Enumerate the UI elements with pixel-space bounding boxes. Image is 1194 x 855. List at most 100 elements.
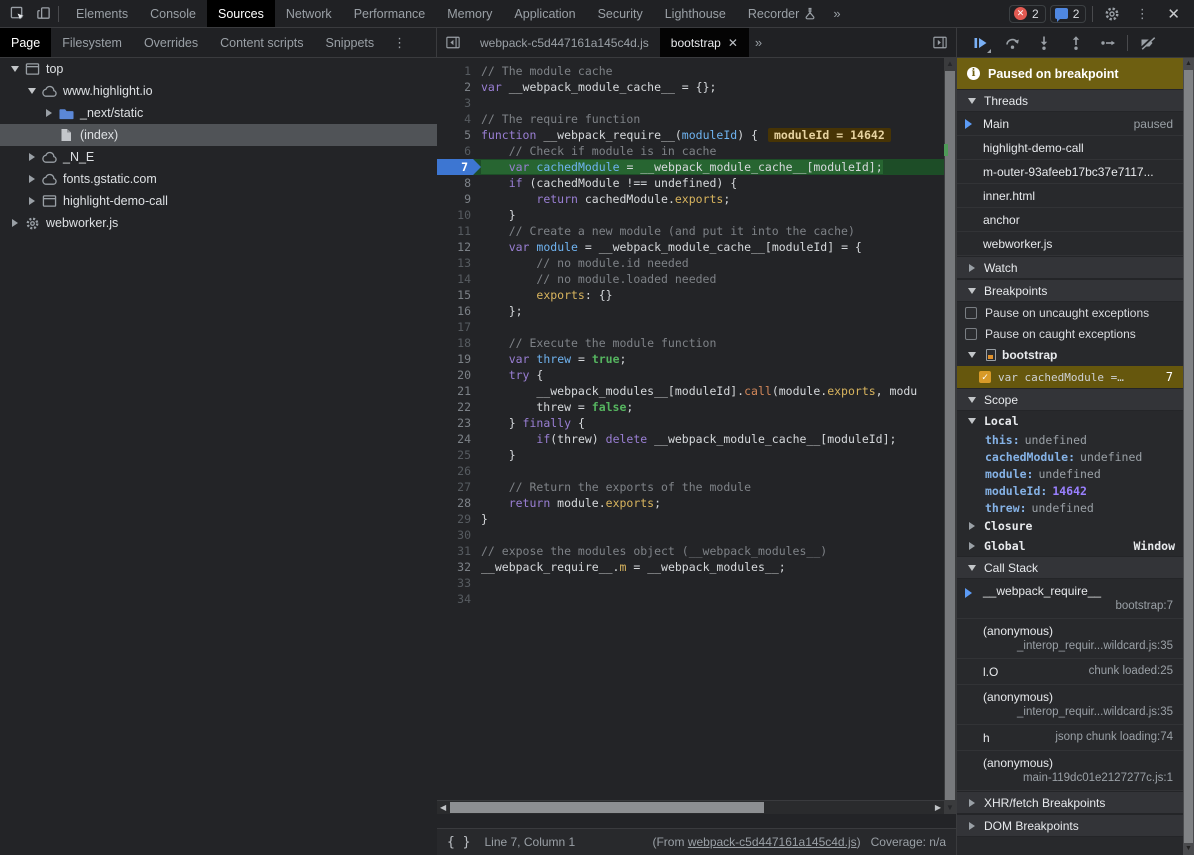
line-number[interactable]: 2 [437,79,481,95]
code-line-5[interactable]: 5function __webpack_require__(moduleId) … [437,127,944,143]
tree-item-top[interactable]: top [0,58,437,80]
step-into-button[interactable] [1029,30,1059,56]
thread-anchor[interactable]: anchor [957,208,1183,232]
code-line-7[interactable]: 7 var cachedModule = __webpack_module_ca… [437,159,944,175]
close-devtools-icon[interactable]: ✕ [1159,5,1188,23]
code-line-28[interactable]: 28 return module.exports; [437,495,944,511]
line-number[interactable]: 14 [437,271,481,287]
exception-toggle[interactable]: Pause on caught exceptions [957,323,1183,344]
chevron-down-icon[interactable] [965,352,978,358]
chevron-right-icon[interactable] [8,219,21,227]
scope-variable-this[interactable]: this:undefined [957,431,1183,448]
scope-variable-cachedModule[interactable]: cachedModule:undefined [957,448,1183,465]
line-number[interactable]: 34 [437,591,481,607]
hide-navigator-icon[interactable] [437,28,469,57]
checkbox-checked-icon[interactable]: ✓ [979,371,991,383]
line-number[interactable]: 20 [437,367,481,383]
code-line-19[interactable]: 19 var threw = true; [437,351,944,367]
xhr-breakpoints-section-header[interactable]: XHR/fetch Breakpoints [957,791,1183,814]
watch-section-header[interactable]: Watch [957,256,1183,279]
line-number[interactable]: 28 [437,495,481,511]
step-over-button[interactable] [997,30,1027,56]
breakpoint-entry[interactable]: ✓var cachedModule =…7 [957,366,1183,388]
line-number[interactable]: 29 [437,511,481,527]
chevron-down-icon[interactable] [25,88,38,94]
tab-console[interactable]: Console [139,0,207,27]
exception-toggle[interactable]: Pause on uncaught exceptions [957,302,1183,323]
stack-frame[interactable]: __webpack_require__bootstrap:7 [957,579,1183,619]
scope-global[interactable]: GlobalWindow [957,536,1183,556]
close-tab-icon[interactable]: ✕ [728,36,738,50]
line-number[interactable]: 11 [437,223,481,239]
code-line-27[interactable]: 27 // Return the exports of the module [437,479,944,495]
navigator-tab-snippets[interactable]: Snippets [315,28,386,57]
tab-network[interactable]: Network [275,0,343,27]
code-line-34[interactable]: 34 [437,591,944,607]
code-line-14[interactable]: 14 // no module.loaded needed [437,271,944,287]
pretty-print-icon[interactable]: { } [447,835,470,850]
tree-item-highlight-demo-call[interactable]: highlight-demo-call [0,190,437,212]
sidebar-scrollbar[interactable]: ▲▼ [1183,58,1194,855]
step-button[interactable] [1093,30,1123,56]
line-number[interactable]: 24 [437,431,481,447]
chevron-right-icon[interactable] [25,175,38,183]
dom-breakpoints-section-header[interactable]: DOM Breakpoints [957,814,1183,837]
code-line-13[interactable]: 13 // no module.id needed [437,255,944,271]
code-line-9[interactable]: 9 return cachedModule.exports; [437,191,944,207]
code-line-30[interactable]: 30 [437,527,944,543]
tab-security[interactable]: Security [587,0,654,27]
stack-frame[interactable]: (anonymous)main-119dc01e2127277c.js:1 [957,751,1183,791]
tab-lighthouse[interactable]: Lighthouse [654,0,737,27]
line-number[interactable]: 33 [437,575,481,591]
line-number[interactable]: 1 [437,63,481,79]
code-line-33[interactable]: 33 [437,575,944,591]
breakpoints-section-header[interactable]: Breakpoints [957,279,1183,302]
editor-vertical-scrollbar[interactable]: ▲ ▼ [944,58,956,814]
line-number[interactable]: 25 [437,447,481,463]
line-number[interactable]: 23 [437,415,481,431]
chevron-right-icon[interactable] [25,197,38,205]
inspect-element-icon[interactable] [4,2,30,26]
chevron-down-icon[interactable] [8,66,21,72]
tree-item--n-e[interactable]: _N_E [0,146,437,168]
line-number[interactable]: 9 [437,191,481,207]
code-line-18[interactable]: 18 // Execute the module function [437,335,944,351]
thread-webworker-js[interactable]: webworker.js [957,232,1183,256]
show-debugger-sidebar-icon[interactable] [924,28,956,57]
tree-item-fonts-gstatic-com[interactable]: fonts.gstatic.com [0,168,437,190]
more-file-tabs-icon[interactable]: » [749,28,768,57]
tree-item--next-static[interactable]: _next/static [0,102,437,124]
line-number[interactable]: 8 [437,175,481,191]
line-number[interactable]: 7 [437,159,481,175]
line-number[interactable]: 22 [437,399,481,415]
chevron-right-icon[interactable] [965,542,978,550]
breakpoint-group-bootstrap[interactable]: bootstrap [957,344,1183,366]
line-number[interactable]: 15 [437,287,481,303]
code-line-12[interactable]: 12 var module = __webpack_module_cache__… [437,239,944,255]
chevron-right-icon[interactable] [42,109,55,117]
code-line-1[interactable]: 1// The module cache [437,63,944,79]
line-number[interactable]: 16 [437,303,481,319]
step-out-button[interactable] [1061,30,1091,56]
file-tab-webpack-c5d447161a145c4d.js[interactable]: webpack-c5d447161a145c4d.js [469,28,660,57]
tab-performance[interactable]: Performance [343,0,437,27]
code-line-16[interactable]: 16 }; [437,303,944,319]
line-number[interactable]: 26 [437,463,481,479]
checkbox-unchecked-icon[interactable] [965,307,977,319]
line-number[interactable]: 5 [437,127,481,143]
line-number[interactable]: 31 [437,543,481,559]
tree-item-webworker-js[interactable]: webworker.js [0,212,437,234]
code-line-24[interactable]: 24 if(threw) delete __webpack_module_cac… [437,431,944,447]
line-number[interactable]: 18 [437,335,481,351]
code-line-26[interactable]: 26 [437,463,944,479]
code-line-31[interactable]: 31// expose the modules object (__webpac… [437,543,944,559]
chevron-right-icon[interactable] [965,522,978,530]
line-number[interactable]: 32 [437,559,481,575]
stack-frame[interactable]: l.Ochunk loaded:25 [957,659,1183,685]
code-line-17[interactable]: 17 [437,319,944,335]
resume-script-button[interactable] [965,30,995,56]
tab-memory[interactable]: Memory [436,0,503,27]
settings-gear-icon[interactable] [1099,2,1125,26]
code-line-10[interactable]: 10 } [437,207,944,223]
error-badge[interactable]: ✕ 2 [1009,5,1046,23]
